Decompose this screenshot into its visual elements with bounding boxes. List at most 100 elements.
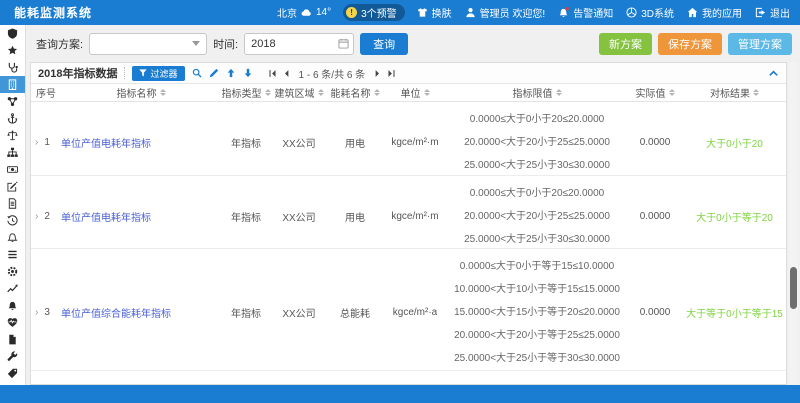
row-limits: 0.0000≤大于0小于等于15≤10.0000 10.0000<大于10小于等… — [447, 249, 627, 376]
row-type: 年指标 — [221, 209, 271, 224]
menu-item-notify[interactable]: 告警通知 — [558, 5, 613, 20]
sidebar-item-share[interactable] — [0, 93, 25, 110]
query-plan-label: 查询方案: — [36, 36, 83, 52]
manage-plan-button[interactable]: 管理方案 — [728, 33, 792, 55]
query-plan-select[interactable] — [89, 33, 207, 55]
heart-icon — [7, 317, 18, 328]
sidebar-item-anchor[interactable] — [0, 110, 25, 127]
top-header-bar: 能耗监测系统 北京 14° ! 3个预警 换肤管理员 欢迎您!告警通知3D系统我… — [0, 0, 800, 25]
sidebar-item-gear[interactable] — [0, 263, 25, 280]
sidebar-item-building[interactable] — [0, 76, 25, 93]
sidebar-item-wrench[interactable] — [0, 348, 25, 365]
sidebar-item-shield[interactable] — [0, 25, 25, 42]
scrollbar-thumb[interactable] — [790, 267, 797, 309]
sort-icon — [556, 89, 562, 96]
table-row[interactable]: ›1 单位产值电耗年指标 年指标 XX公司 用电 kgce/m²·m 0.000… — [31, 102, 786, 176]
weather-info: 北京 14° — [277, 5, 331, 20]
time-label: 时间: — [213, 36, 238, 52]
row-energy: 总能耗 — [327, 305, 383, 320]
col-type[interactable]: 指标类型 — [221, 85, 271, 100]
row-limits: 0.0000≤大于0小于20≤20.0000 20.0000<大于20小于25≤… — [447, 176, 627, 257]
menu-item-myapps[interactable]: 我的应用 — [687, 5, 742, 20]
sidebar-item-bell[interactable] — [0, 297, 25, 314]
tag-icon — [7, 368, 18, 379]
sidebar-item-bell-outline[interactable] — [0, 229, 25, 246]
cube3d-icon — [626, 7, 637, 18]
sidebar-item-edit[interactable] — [0, 178, 25, 195]
collapse-panel-icon[interactable] — [768, 68, 779, 79]
sidebar-item-star[interactable] — [0, 42, 25, 59]
col-actual[interactable]: 实际值 — [627, 85, 683, 100]
row-energy: 用电 — [327, 135, 383, 150]
indicator-name-link[interactable]: 单位产值电耗年指标 — [61, 213, 151, 224]
next-page-icon[interactable] — [373, 69, 382, 78]
user-icon — [465, 7, 476, 18]
brush-icon[interactable] — [209, 68, 219, 78]
query-button[interactable]: 查询 — [360, 33, 408, 55]
row-seq: 2 — [44, 211, 50, 222]
last-page-icon[interactable] — [387, 69, 396, 78]
col-limit[interactable]: 指标限值 — [447, 85, 627, 100]
menu-item-system3d[interactable]: 3D系统 — [626, 5, 674, 20]
menu-item-skin[interactable]: 换肤 — [417, 5, 452, 20]
alert-badge-label: 3个预警 — [361, 5, 397, 20]
header-menu: 北京 14° ! 3个预警 换肤管理员 欢迎您! 告警通知 3D系统我的应用退出 — [277, 4, 790, 21]
vertical-scrollbar[interactable] — [789, 62, 798, 385]
sidebar-item-scale[interactable] — [0, 127, 25, 144]
footer-bar — [0, 385, 800, 403]
row-area: XX公司 — [271, 135, 327, 150]
table-row[interactable]: ›3 单位产值综合能耗年指标 年指标 XX公司 总能耗 kgce/m²·a 0.… — [31, 249, 786, 371]
row-expand-icon[interactable]: › — [35, 137, 38, 148]
alert-count-badge[interactable]: ! 3个预警 — [343, 4, 405, 21]
funnel-icon — [139, 69, 147, 77]
time-input[interactable] — [251, 38, 338, 50]
table-row[interactable]: ›2 单位产值电耗年指标 年指标 XX公司 用电 kgce/m²·m 0.000… — [31, 176, 786, 249]
sort-icon — [374, 89, 380, 96]
new-plan-button[interactable]: 新方案 — [599, 33, 652, 55]
gear-icon — [7, 266, 18, 277]
table-header-row: 序号 指标名称 指标类型 建筑区域 能耗名称 单位 指标限值 实际值 对标结果 — [31, 84, 786, 102]
sidebar-item-file[interactable] — [0, 331, 25, 348]
indicator-name-link[interactable]: 单位产值电耗年指标 — [61, 139, 151, 150]
sidebar-item-sitemap[interactable] — [0, 144, 25, 161]
arrow-up-icon[interactable] — [226, 68, 236, 78]
sidebar-item-money[interactable] — [0, 161, 25, 178]
row-actual: 0.0000 — [627, 137, 683, 148]
sidebar-item-document[interactable] — [0, 195, 25, 212]
arrow-down-icon[interactable] — [243, 68, 253, 78]
query-bar: 查询方案: 时间: 查询 新方案 保存方案 管理方案 — [26, 25, 800, 62]
row-expand-icon[interactable]: › — [35, 211, 38, 222]
menu-item-logout[interactable]: 退出 — [755, 5, 790, 20]
sort-icon — [160, 89, 166, 96]
sidebar-item-menu[interactable] — [0, 246, 25, 263]
calendar-icon[interactable] — [338, 38, 349, 49]
pagination: 1 - 6 条/共 6 条 — [268, 66, 397, 81]
menu-item-admin[interactable]: 管理员 欢迎您! — [465, 5, 546, 20]
sort-icon — [753, 89, 759, 96]
col-result[interactable]: 对标结果 — [683, 85, 786, 100]
stethoscope-icon — [7, 62, 18, 73]
first-page-icon[interactable] — [268, 69, 277, 78]
save-plan-button[interactable]: 保存方案 — [658, 33, 722, 55]
alert-exclamation-icon: ! — [346, 7, 357, 18]
sidebar-item-history[interactable] — [0, 212, 25, 229]
table-toolbar: 2018年指标数据 过滤器 — [31, 63, 786, 84]
row-seq: 1 — [44, 137, 50, 148]
bell-alert-icon — [558, 7, 569, 18]
col-unit[interactable]: 单位 — [383, 85, 447, 100]
row-result: 大于0小于20 — [683, 135, 786, 150]
filter-button[interactable]: 过滤器 — [132, 66, 184, 81]
table-row[interactable]: › 0.0000≤大于0小于等于15≤10.0000 — [31, 371, 786, 385]
prev-page-icon[interactable] — [282, 69, 291, 78]
col-energy[interactable]: 能耗名称 — [327, 85, 383, 100]
col-area[interactable]: 建筑区域 — [271, 85, 327, 100]
sidebar-item-stethoscope[interactable] — [0, 59, 25, 76]
search-icon[interactable] — [192, 68, 202, 78]
col-name[interactable]: 指标名称 — [61, 85, 221, 100]
indicator-name-link[interactable]: 单位产值综合能耗年指标 — [61, 309, 171, 320]
sidebar-item-heart[interactable] — [0, 314, 25, 331]
sidebar-item-tag[interactable] — [0, 365, 25, 382]
sitemap-icon — [7, 147, 18, 158]
sidebar-item-chart[interactable] — [0, 280, 25, 297]
row-expand-icon[interactable]: › — [35, 307, 38, 318]
